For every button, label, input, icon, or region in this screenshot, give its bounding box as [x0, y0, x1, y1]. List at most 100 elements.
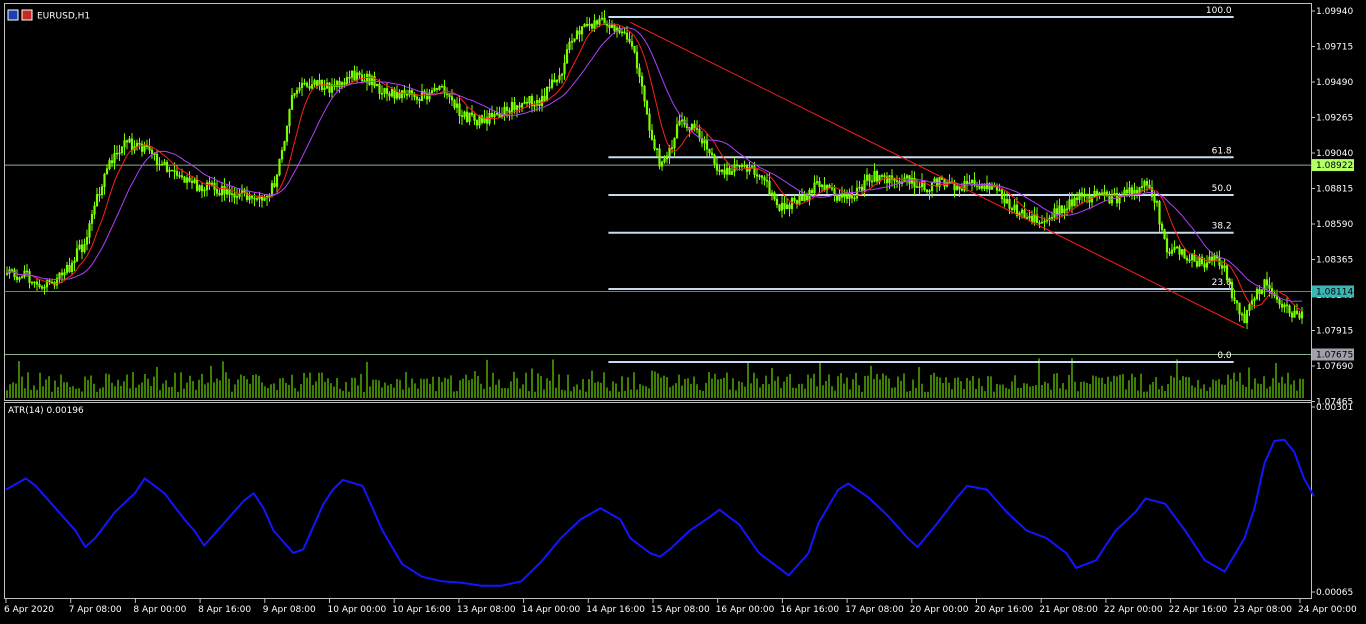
candle-body	[543, 95, 546, 102]
candle-body	[378, 83, 381, 94]
chart-background	[0, 0, 1366, 620]
candle-body	[308, 85, 311, 89]
candle-body	[155, 153, 159, 165]
time-tick-label: 14 Apr 16:00	[586, 605, 645, 615]
candle-body	[908, 175, 911, 184]
candle-body	[635, 51, 639, 69]
candle-body	[1178, 246, 1181, 255]
candle-body	[960, 188, 964, 191]
candle-body	[253, 197, 256, 200]
candle-body	[835, 194, 839, 201]
candle-body	[633, 45, 636, 53]
candle-body	[845, 194, 849, 199]
candle-body	[1153, 196, 1156, 203]
time-tick-label: 16 Apr 00:00	[716, 605, 775, 615]
candle-body	[895, 180, 899, 182]
window-icon-a[interactable]	[7, 9, 19, 21]
candle-body	[595, 20, 599, 25]
candle-body	[1295, 310, 1299, 315]
candle-body	[630, 41, 634, 47]
candle-body	[868, 174, 871, 182]
candle-body	[590, 23, 594, 29]
candle-body	[830, 187, 834, 190]
candle-body	[1163, 229, 1166, 239]
candle-body	[553, 79, 556, 83]
candle-body	[1003, 198, 1006, 204]
time-tick-label: 8 Apr 00:00	[133, 605, 186, 615]
candle-body	[1193, 254, 1196, 262]
candle-body	[178, 175, 181, 177]
price-tick-label: 1.09490	[1316, 78, 1353, 88]
candle-body	[1185, 257, 1189, 261]
candle-body	[223, 185, 226, 195]
chart-window: EURUSD,H1 100.0 61.8 50.0 38.2 23.6 0.0 1.099…	[0, 0, 1366, 620]
time-tick-label: 16 Apr 16:00	[780, 605, 839, 615]
atr-tick-label: 0.00065	[1316, 588, 1353, 598]
candle-body	[638, 67, 641, 77]
candle-body	[525, 101, 529, 104]
candle-body	[713, 154, 716, 165]
candle-body	[840, 194, 844, 198]
candle-body	[1105, 191, 1109, 195]
candle-body	[458, 103, 461, 117]
candle-body	[1023, 209, 1026, 218]
candle-body	[418, 99, 421, 102]
candle-body	[788, 204, 791, 210]
candle-body	[218, 193, 221, 196]
candle-body	[823, 184, 826, 191]
candle-body	[443, 86, 446, 94]
candle-body	[160, 164, 164, 166]
fib-level-label: 23.6	[1212, 278, 1232, 288]
candle-body	[715, 163, 719, 171]
candle-body	[413, 94, 416, 98]
candle-body	[80, 244, 84, 252]
candle-body	[1125, 189, 1129, 194]
candle-body	[645, 100, 649, 115]
candle-body	[1278, 299, 1281, 305]
candle-body	[833, 188, 836, 195]
candle-body	[233, 193, 236, 198]
candle-body	[255, 198, 259, 200]
candle-body	[405, 93, 409, 96]
price-label-text: 1.07675	[1316, 350, 1353, 360]
candle-body	[68, 265, 71, 272]
candle-body	[1298, 313, 1301, 319]
price-tick-label: 1.09715	[1316, 43, 1353, 53]
time-tick-label: 20 Apr 16:00	[975, 605, 1034, 615]
time-tick-label: 23 Apr 08:00	[1233, 605, 1292, 615]
candle-body	[883, 175, 886, 178]
candle-body	[775, 198, 779, 206]
candle-body	[1203, 263, 1206, 268]
candle-body	[150, 149, 154, 155]
candle-body	[1265, 279, 1269, 286]
symbol-title: EURUSD,H1	[37, 12, 90, 22]
atr-tick-label: 0.00301	[1316, 403, 1353, 413]
candle-body	[735, 164, 739, 166]
candle-body	[175, 171, 179, 176]
candle-body	[778, 204, 781, 211]
chart-canvas[interactable]: EURUSD,H1 100.0 61.8 50.0 38.2 23.6 0.0 1.099…	[0, 0, 1366, 620]
candle-body	[180, 175, 184, 178]
candle-body	[368, 73, 371, 85]
time-tick-label: 8 Apr 16:00	[198, 605, 251, 615]
time-tick-label: 20 Apr 00:00	[910, 605, 969, 615]
candle-body	[165, 161, 169, 172]
candle-body	[40, 286, 44, 289]
candle-body	[1065, 208, 1069, 211]
candle-body	[195, 179, 199, 191]
candle-body	[755, 174, 759, 177]
candle-body	[475, 120, 479, 126]
fib-level-label: 38.2	[1212, 222, 1232, 232]
candle-body	[648, 113, 651, 131]
time-tick-label: 10 Apr 16:00	[392, 605, 451, 615]
candle-body	[25, 270, 29, 273]
candle-body	[13, 269, 16, 278]
candle-body	[708, 148, 711, 154]
candle-body	[173, 170, 176, 172]
candle-body	[50, 281, 54, 284]
candle-body	[358, 72, 361, 76]
window-icon-b[interactable]	[21, 9, 33, 21]
time-tick-label: 22 Apr 16:00	[1169, 605, 1228, 615]
candle-body	[925, 189, 929, 193]
candle-body	[978, 186, 981, 189]
